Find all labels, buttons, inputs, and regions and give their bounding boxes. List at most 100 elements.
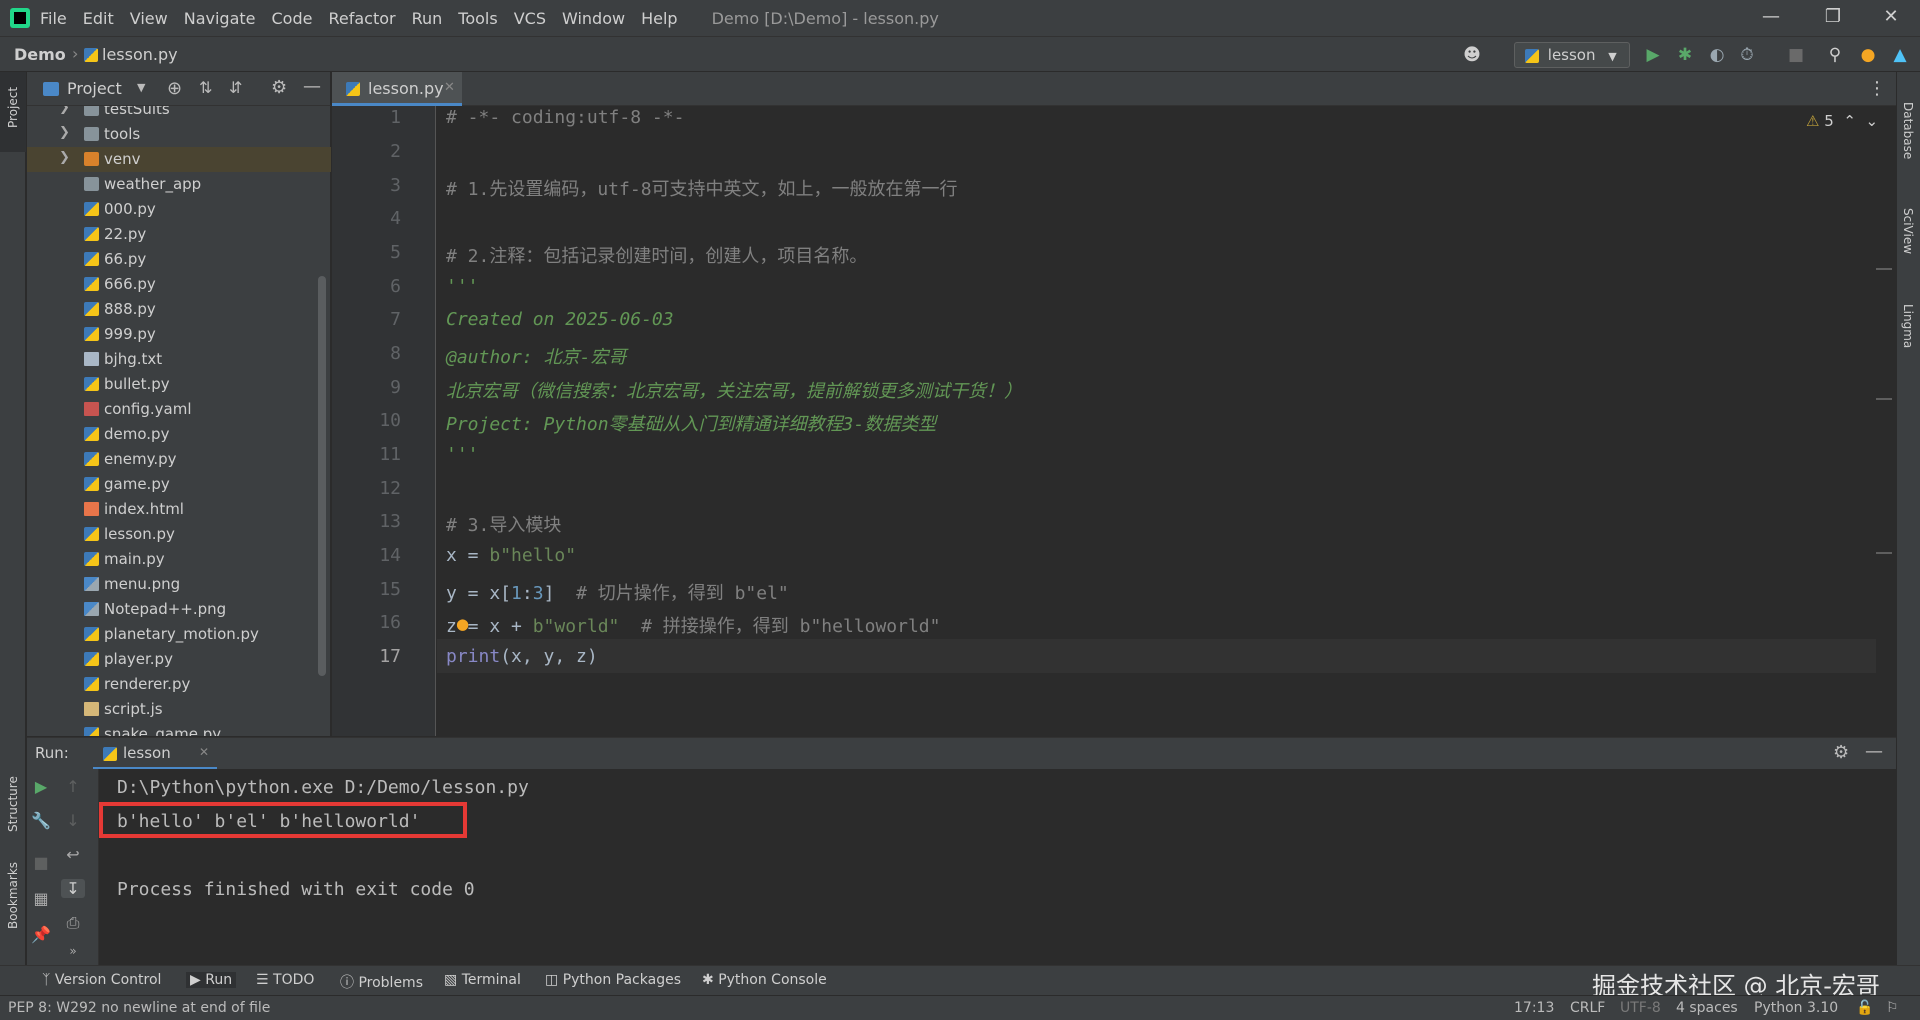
todo-tool[interactable]: ☰ TODO xyxy=(256,972,314,988)
run-console[interactable]: D:\Python\python.exe D:/Demo/lesson.py b… xyxy=(99,769,1896,965)
tree-item[interactable]: script.js xyxy=(27,697,331,722)
menu-tools[interactable]: Tools xyxy=(458,9,497,28)
lightbulb-icon[interactable]: ● xyxy=(456,615,469,633)
run-tool[interactable]: ▶ Run xyxy=(186,972,237,988)
bookmarks-tool-label[interactable]: Bookmarks xyxy=(6,862,20,929)
account-icon[interactable]: ☻ xyxy=(1462,45,1482,65)
chevron-down-icon[interactable]: ⌄ xyxy=(1865,112,1878,130)
tree-item[interactable]: 999.py xyxy=(27,322,331,347)
minimize-icon[interactable]: — xyxy=(1760,6,1782,28)
collapse-all-icon[interactable]: ⇵ xyxy=(229,78,242,97)
breadcrumb-project[interactable]: Demo xyxy=(14,45,66,64)
tree-item[interactable]: index.html xyxy=(27,497,331,522)
tree-item[interactable]: lesson.py xyxy=(27,522,331,547)
soft-wrap-icon[interactable]: ↩ xyxy=(61,845,85,864)
coverage-icon[interactable]: ◐ xyxy=(1707,45,1727,65)
profile-icon[interactable]: ⏱ xyxy=(1737,45,1757,65)
hide-panel-icon[interactable]: — xyxy=(303,76,321,97)
tree-item[interactable]: 000.py xyxy=(27,197,331,222)
rerun-icon[interactable]: ▶ xyxy=(29,777,53,796)
chevron-right-icon[interactable]: ❯ xyxy=(59,125,70,140)
tree-item[interactable]: planetary_motion.py xyxy=(27,622,331,647)
stop-icon[interactable]: ■ xyxy=(29,853,53,872)
project-panel-title[interactable]: Project xyxy=(67,79,122,98)
menu-refactor[interactable]: Refactor xyxy=(328,9,395,28)
restore-icon[interactable]: ❐ xyxy=(1822,6,1844,28)
inspection-widget[interactable]: ⚠ 5 ⌃ ⌄ xyxy=(1806,112,1878,130)
scroll-to-end-icon[interactable]: ↧ xyxy=(61,879,85,898)
layout-icon[interactable]: ▦ xyxy=(29,889,53,908)
plugin-icon[interactable]: ▲ xyxy=(1890,45,1910,65)
hide-panel-icon[interactable]: — xyxy=(1865,741,1883,762)
status-message[interactable]: PEP 8: W292 no newline at end of file xyxy=(8,1000,270,1016)
error-stripe-mark[interactable] xyxy=(1876,268,1892,270)
error-stripe-mark[interactable] xyxy=(1876,398,1892,400)
tree-item[interactable]: enemy.py xyxy=(27,447,331,472)
update-icon[interactable]: ● xyxy=(1858,45,1878,65)
breadcrumb-file[interactable]: lesson.py xyxy=(84,45,178,64)
notifications-icon[interactable]: ⚐ xyxy=(1886,1000,1899,1016)
menu-run[interactable]: Run xyxy=(412,9,443,28)
tree-item[interactable]: menu.png xyxy=(27,572,331,597)
tree-item[interactable]: player.py xyxy=(27,647,331,672)
caret-position[interactable]: 17:13 xyxy=(1514,1000,1554,1016)
tree-item[interactable]: main.py xyxy=(27,547,331,572)
run-tab-lesson[interactable]: lesson ✕ xyxy=(93,738,217,770)
chevron-right-icon[interactable]: ❯ xyxy=(59,106,70,115)
close-tab-icon[interactable]: ✕ xyxy=(199,745,209,759)
problems-tool[interactable]: ⓘ Problems xyxy=(340,972,423,992)
terminal-tool[interactable]: ▧ Terminal xyxy=(444,972,521,988)
menu-code[interactable]: Code xyxy=(272,9,313,28)
indent-setting[interactable]: 4 spaces xyxy=(1676,1000,1738,1016)
line-separator[interactable]: CRLF xyxy=(1570,1000,1605,1016)
tree-item[interactable]: Notepad++.png xyxy=(27,597,331,622)
pin-icon[interactable]: 📌 xyxy=(29,925,53,944)
run-icon[interactable]: ▶ xyxy=(1643,45,1663,65)
editor-scrollbar[interactable] xyxy=(1876,106,1896,736)
chevron-right-icon[interactable]: ❯ xyxy=(59,150,70,165)
menu-navigate[interactable]: Navigate xyxy=(184,9,256,28)
version-control-tool[interactable]: ᛉ Version Control xyxy=(42,972,161,988)
print-icon[interactable]: ⎙ xyxy=(61,913,85,933)
file-encoding[interactable]: UTF-8 xyxy=(1620,1000,1661,1016)
python-interpreter[interactable]: Python 3.10 xyxy=(1754,1000,1838,1016)
menu-edit[interactable]: Edit xyxy=(83,9,114,28)
close-tab-icon[interactable]: ✕ xyxy=(444,80,455,95)
search-icon[interactable]: ⚲ xyxy=(1825,45,1845,65)
python-packages-tool[interactable]: ◫ Python Packages xyxy=(545,972,681,988)
close-window-icon[interactable]: ✕ xyxy=(1880,6,1902,28)
tree-scrollbar[interactable] xyxy=(318,276,326,676)
wrench-icon[interactable]: 🔧 xyxy=(29,811,53,830)
arrow-down-icon[interactable]: ↓ xyxy=(61,811,85,830)
more-icon[interactable]: » xyxy=(61,944,85,958)
tree-item[interactable]: bjhg.txt xyxy=(27,347,331,372)
tree-item[interactable]: ❯ testSuits xyxy=(27,106,331,122)
tree-item[interactable]: 66.py xyxy=(27,247,331,272)
tree-item[interactable]: game.py xyxy=(27,472,331,497)
menu-view[interactable]: View xyxy=(130,9,168,28)
gear-icon[interactable]: ⚙ xyxy=(271,77,287,98)
tree-item[interactable]: 888.py xyxy=(27,297,331,322)
python-console-tool[interactable]: ✱ Python Console xyxy=(702,972,827,988)
menu-help[interactable]: Help xyxy=(641,9,677,28)
arrow-up-icon[interactable]: ↑ xyxy=(61,777,85,796)
tree-item[interactable]: snake_game.py xyxy=(27,722,331,736)
stop-icon[interactable]: ■ xyxy=(1786,45,1806,65)
locate-icon[interactable]: ⊕ xyxy=(167,78,182,99)
tree-item[interactable]: 666.py xyxy=(27,272,331,297)
debug-icon[interactable]: ✱ xyxy=(1675,45,1695,65)
gear-icon[interactable]: ⚙ xyxy=(1833,742,1849,763)
code-editor[interactable]: # -*- coding:utf-8 -*- # 1.先设置编码，utf-8可支… xyxy=(437,106,1876,736)
tree-item[interactable]: 22.py xyxy=(27,222,331,247)
menu-window[interactable]: Window xyxy=(562,9,625,28)
tree-item[interactable]: ❯ tools xyxy=(27,122,331,147)
run-configuration-select[interactable]: lesson ▼ xyxy=(1514,42,1630,68)
tree-item[interactable]: ❯ venv xyxy=(27,147,331,172)
more-options-icon[interactable]: ⋮ xyxy=(1868,78,1886,99)
expand-all-icon[interactable]: ⇅ xyxy=(199,78,212,97)
structure-tool-label[interactable]: Structure xyxy=(6,776,20,832)
project-tool-label[interactable]: Project xyxy=(6,87,20,128)
tab-lesson-py[interactable]: lesson.py ✕ xyxy=(332,72,462,106)
chevron-down-icon[interactable]: ▼ xyxy=(137,81,145,94)
tree-item[interactable]: bullet.py xyxy=(27,372,331,397)
